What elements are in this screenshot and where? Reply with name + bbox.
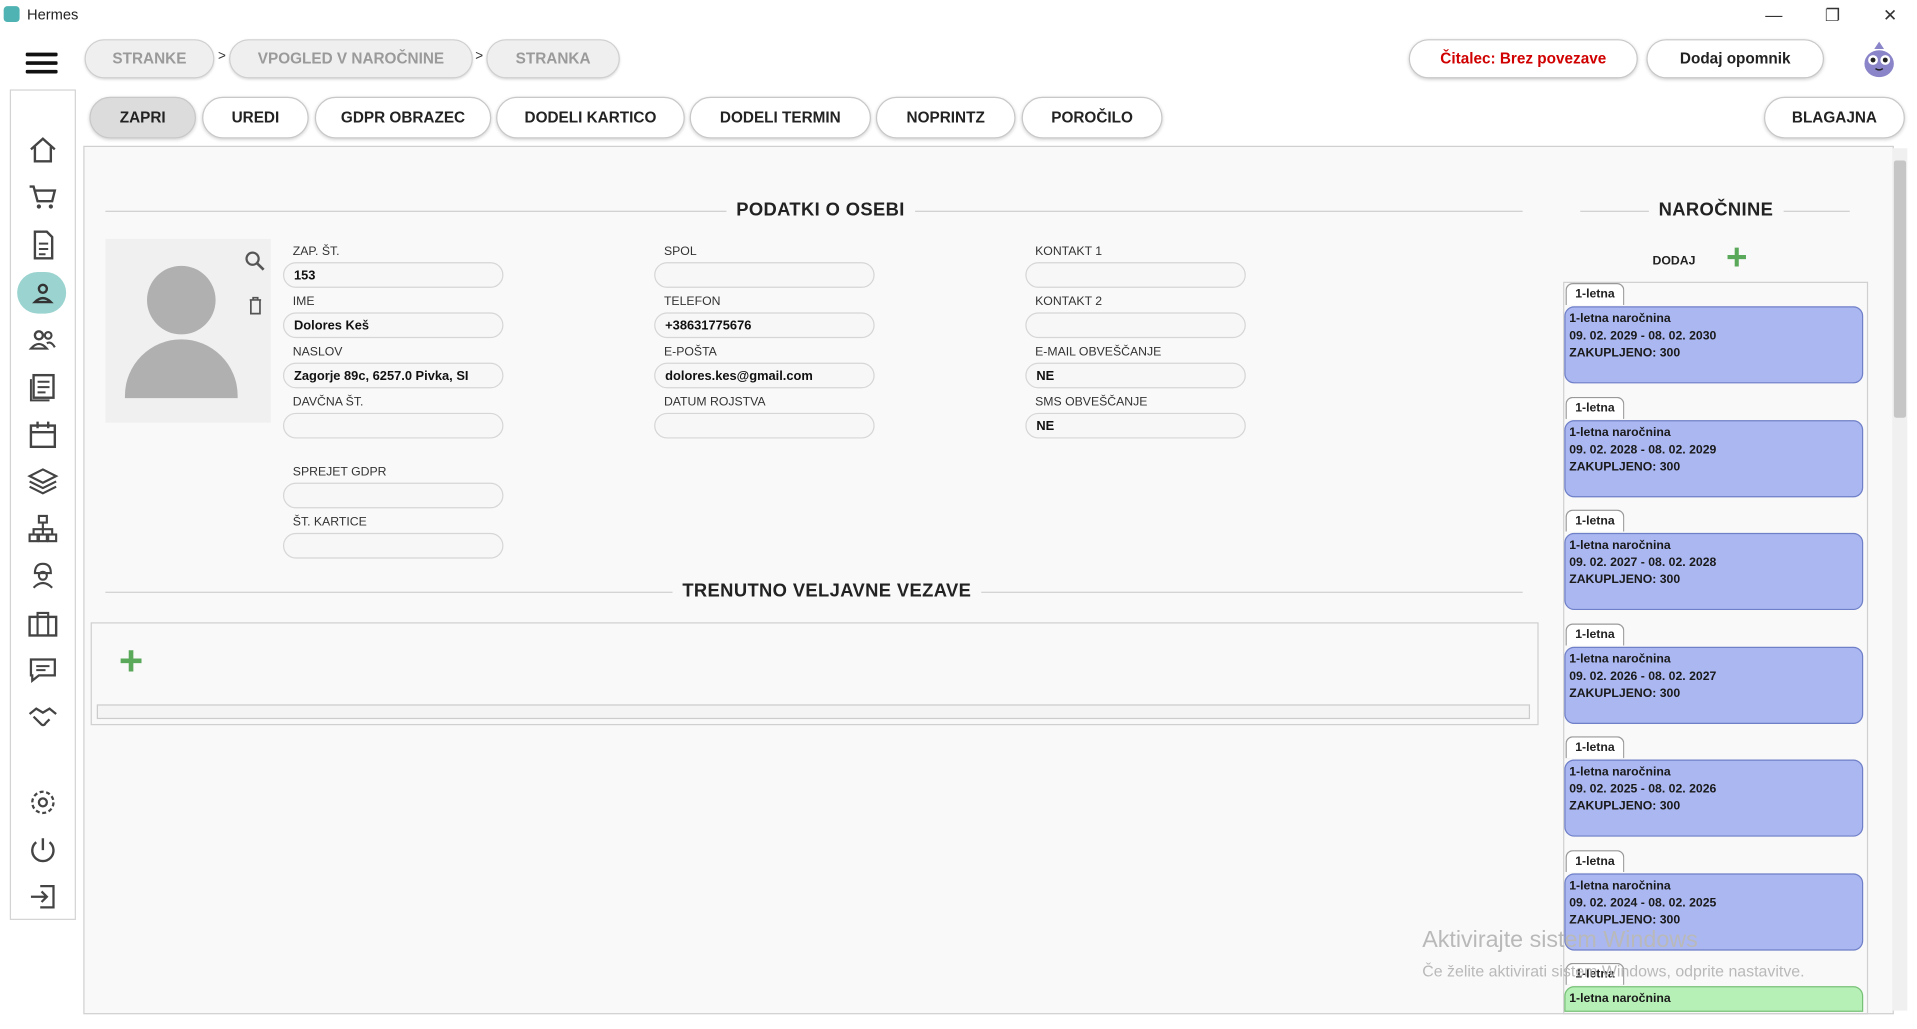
rojstvo-label: DATUM ROJSTVA [663, 395, 766, 410]
kartica-label: ŠT. KARTICE [292, 515, 367, 530]
breadcrumb-separator: > [475, 49, 484, 64]
ime-field[interactable]: Dolores Keš [282, 312, 504, 339]
links-panel: + [90, 622, 1539, 726]
breadcrumb-stranka[interactable]: STRANKA [486, 39, 620, 79]
subscription-tab[interactable]: 1-letna [1565, 396, 1625, 419]
activation-watermark-title: Aktivirajte sistem Windows [1422, 927, 1698, 954]
links-section-title: TRENUTNO VELJAVNE VEZAVE [672, 580, 982, 602]
davcna-label: DAVČNA ŠT. [292, 395, 364, 410]
horizontal-scrollbar[interactable] [96, 704, 1531, 720]
kontakt2-field[interactable] [1025, 312, 1246, 339]
document-icon[interactable] [27, 229, 59, 261]
naslov-label: NASLOV [292, 345, 343, 359]
activation-watermark-text: Če želite aktivirati sistem Windows, odp… [1422, 961, 1805, 980]
telefon-label: TELEFON [663, 295, 721, 309]
kontakt2-label: KONTAKT 2 [1035, 295, 1103, 309]
logout-icon[interactable] [27, 881, 59, 913]
hierarchy-icon[interactable] [27, 513, 59, 545]
sms-notify-label: SMS OBVEŠČANJE [1035, 395, 1148, 410]
subscription-card[interactable]: 1-letna naročnina 09. 02. 2029 - 08. 02. … [1564, 306, 1864, 384]
person-icon[interactable] [27, 277, 59, 309]
calendar-icon[interactable] [27, 419, 59, 451]
eposta-field[interactable]: dolores.kes@gmail.com [654, 362, 875, 389]
search-icon[interactable] [244, 250, 266, 272]
kartica-field[interactable] [282, 532, 504, 559]
chat-icon[interactable] [27, 654, 59, 686]
trash-icon[interactable] [247, 296, 264, 316]
vertical-scrollbar[interactable] [1892, 148, 1908, 1011]
subscription-card[interactable]: 1-letna naročnina 09. 02. 2027 - 08. 02. … [1564, 532, 1864, 611]
subscription-tab[interactable]: 1-letna [1565, 736, 1625, 759]
handshake-icon[interactable] [27, 701, 59, 733]
subscription-tab[interactable]: 1-letna [1565, 282, 1625, 306]
briefcase-icon[interactable] [27, 608, 59, 640]
sms-notify-field[interactable]: NE [1025, 412, 1246, 439]
people-icon[interactable] [27, 323, 59, 355]
email-notify-label: E-MAIL OBVEŠČANJE [1035, 345, 1162, 359]
subscription-tab[interactable]: 1-letna [1565, 623, 1625, 646]
gdpr-label: SPREJET GDPR [292, 465, 387, 479]
settings-icon[interactable] [27, 786, 59, 818]
cart-icon[interactable] [27, 181, 59, 213]
gdpr-form-button[interactable]: GDPR OBRAZEC [314, 96, 492, 139]
worker-icon[interactable] [27, 560, 59, 592]
close-person-button[interactable]: ZAPRI [89, 96, 196, 139]
edit-button[interactable]: UREDI [202, 96, 309, 139]
add-subscription-icon[interactable]: + [1726, 239, 1747, 277]
naslov-field[interactable]: Zagorje 89c, 6257.0 Pivka, SI [282, 362, 504, 389]
assign-card-button[interactable]: DODELI KARTICO [496, 96, 685, 139]
restore-button[interactable]: ❐ [1811, 2, 1855, 27]
gdpr-field[interactable] [282, 482, 504, 509]
subscription-card[interactable]: 1-letna naročnina 09. 02. 2028 - 08. 02. … [1564, 420, 1864, 498]
email-notify-field[interactable]: NE [1025, 362, 1246, 389]
noprintz-button[interactable]: NOPRINTZ [875, 96, 1016, 139]
reader-status-button[interactable]: Čitalec: Brez povezave [1408, 39, 1638, 79]
breadcrumb-vpogled[interactable]: VPOGLED V NAROČNINE [229, 39, 473, 79]
subscription-tab[interactable]: 1-letna [1565, 850, 1625, 873]
eposta-label: E-POŠTA [663, 345, 717, 359]
person-section-title: PODATKI O OSEBI [726, 199, 915, 221]
layers-icon[interactable] [27, 466, 59, 498]
subscription-tab[interactable]: 1-letna [1565, 509, 1625, 532]
close-button[interactable]: ✕ [1868, 2, 1912, 27]
title-bar: Hermes — ❐ ✕ [0, 0, 1917, 29]
cashier-button[interactable]: BLAGAJNA [1764, 96, 1905, 139]
telefon-field[interactable]: +38631775676 [654, 312, 875, 339]
breadcrumb-separator: > [218, 49, 226, 64]
add-subscription-label: DODAJ [1652, 254, 1696, 269]
sidebar [9, 89, 76, 920]
minimize-button[interactable]: — [1752, 2, 1796, 27]
app-icon [3, 6, 20, 23]
subscription-card[interactable]: 1-letna naročnina 09. 02. 2026 - 08. 02. … [1564, 646, 1864, 724]
subscription-card-current[interactable]: 1-letna naročnina [1564, 986, 1864, 1012]
spol-field[interactable] [654, 262, 875, 288]
add-link-icon[interactable]: + [119, 641, 143, 683]
subscriptions-title: NAROČNINE [1648, 199, 1784, 221]
report-button[interactable]: POROČILO [1021, 96, 1163, 139]
zap-st-label: ZAP. ŠT. [292, 245, 340, 259]
user-avatar-icon[interactable] [1860, 39, 1899, 78]
kontakt1-label: KONTAKT 1 [1035, 245, 1103, 259]
menu-icon[interactable] [25, 52, 58, 75]
zap-st-field[interactable]: 153 [282, 262, 504, 288]
home-icon[interactable] [27, 135, 59, 167]
spol-label: SPOL [663, 245, 697, 259]
list-icon[interactable] [27, 371, 59, 403]
power-icon[interactable] [27, 834, 59, 866]
kontakt1-field[interactable] [1025, 262, 1246, 288]
davcna-field[interactable] [282, 412, 504, 439]
subscription-card[interactable]: 1-letna naročnina 09. 02. 2025 - 08. 02. … [1564, 759, 1864, 837]
rojstvo-field[interactable] [654, 412, 875, 439]
breadcrumb-stranke[interactable]: STRANKE [84, 39, 215, 79]
add-reminder-button[interactable]: Dodaj opomnik [1646, 39, 1825, 79]
scrollbar-thumb[interactable] [1893, 160, 1907, 418]
ime-label: IME [292, 295, 315, 309]
assign-term-button[interactable]: DODELI TERMIN [689, 96, 871, 139]
window-title: Hermes [26, 6, 79, 24]
